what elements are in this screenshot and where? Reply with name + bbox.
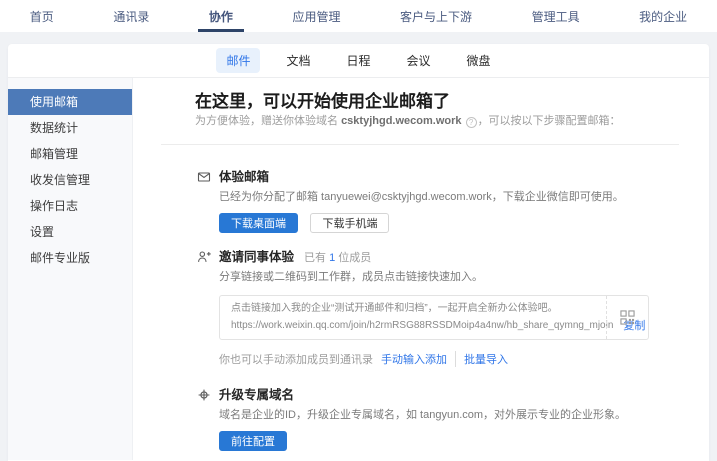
section-divider: [161, 144, 679, 145]
panel-body: 使用邮箱 数据统计 邮箱管理 收发信管理 操作日志 设置 邮件专业版 在这里，可…: [8, 78, 709, 460]
trial-mailbox-desc: 已经为你分配了邮箱 tanyuewei@csktyjhgd.wecom.work…: [219, 190, 624, 205]
share-invite-text: 点击链接加入我的企业“测试开通邮件和归档”，一起开启全新办公体验吧。: [231, 302, 606, 316]
trial-domain-text: csktyjhgd.wecom.work: [341, 115, 461, 127]
badge-prefix: 已有: [304, 252, 329, 264]
section-upgrade-domain: 升级专属域名 域名是企业的ID，升级企业专属域名，如 tangyun.com，对…: [197, 387, 679, 451]
share-link-box: 点击链接加入我的企业“测试开通邮件和归档”，一起开启全新办公体验吧。 https…: [219, 295, 649, 340]
qr-code-icon: [620, 310, 635, 325]
tab-bar: 邮件 文档 日程 会议 微盘: [8, 44, 709, 78]
page-title: 在这里，可以开始使用企业邮箱了: [195, 92, 679, 111]
tab-calendar[interactable]: 日程: [336, 48, 380, 73]
info-circle-icon[interactable]: [466, 117, 477, 128]
person-add-icon: [197, 250, 211, 264]
download-desktop-button[interactable]: 下载桌面端: [219, 213, 298, 233]
section-title-trial-mailbox: 体验邮箱: [219, 169, 269, 185]
sidebar-item-mailbox-admin[interactable]: 邮箱管理: [8, 141, 132, 167]
tab-mail[interactable]: 邮件: [216, 48, 260, 73]
section-trial-mailbox-body: 体验邮箱 已经为你分配了邮箱 tanyuewei@csktyjhgd.wecom…: [219, 169, 624, 233]
section-title-invite: 邀请同事体验: [219, 249, 294, 265]
tab-meeting[interactable]: 会议: [397, 48, 441, 73]
page-subtitle: 为方便体验，赠送你体验域名 csktyjhgd.wecom.work ，可以按以…: [195, 114, 679, 129]
envelope-icon: [197, 170, 211, 184]
section-invite: 邀请同事体验 已有 1 位成员 分享链接或二维码到工作群，成员点击链接快速加入。…: [197, 249, 679, 367]
sidebar-item-logs[interactable]: 操作日志: [8, 193, 132, 219]
manual-input-link[interactable]: 手动输入添加: [381, 351, 447, 367]
sidebar-item-mail-pro[interactable]: 邮件专业版: [8, 245, 132, 271]
nav-item-contacts[interactable]: 通讯录: [107, 0, 155, 32]
section-title-upgrade-domain: 升级专属域名: [219, 387, 294, 403]
subtitle-suffix: ，可以按以下步骤配置邮箱：: [478, 115, 621, 127]
section-trial-mailbox: 体验邮箱 已经为你分配了邮箱 tanyuewei@csktyjhgd.wecom…: [197, 169, 679, 233]
content-panel: 邮件 文档 日程 会议 微盘 使用邮箱 数据统计 邮箱管理 收发信管理 操作日志…: [8, 44, 709, 461]
sidebar-item-settings[interactable]: 设置: [8, 219, 132, 245]
manual-add-row: 你也可以手动添加成员到通讯录 手动输入添加 批量导入: [219, 351, 649, 367]
nav-item-apps[interactable]: 应用管理: [286, 0, 346, 32]
top-navigation: 首页 通讯录 协作 应用管理 客户与上下游 管理工具 我的企业: [0, 0, 717, 32]
sidebar-item-send-receive[interactable]: 收发信管理: [8, 167, 132, 193]
sidebar-item-use-mailbox[interactable]: 使用邮箱: [8, 89, 132, 115]
member-count-badge: 已有 1 位成员: [304, 249, 371, 265]
tab-docs[interactable]: 文档: [276, 48, 320, 73]
sidebar-item-statistics[interactable]: 数据统计: [8, 115, 132, 141]
download-mobile-button[interactable]: 下载手机端: [310, 213, 389, 233]
sidebar: 使用邮箱 数据统计 邮箱管理 收发信管理 操作日志 设置 邮件专业版: [8, 78, 133, 460]
section-invite-body: 邀请同事体验 已有 1 位成员 分享链接或二维码到工作群，成员点击链接快速加入。…: [219, 249, 649, 367]
nav-item-home[interactable]: 首页: [24, 0, 60, 32]
section-upgrade-domain-body: 升级专属域名 域名是企业的ID，升级企业专属域名，如 tangyun.com，对…: [219, 387, 626, 451]
nav-item-collaboration[interactable]: 协作: [203, 0, 239, 32]
subtitle-prefix: 为方便体验，赠送你体验域名: [195, 115, 341, 127]
badge-suffix: 位成员: [335, 252, 371, 264]
share-texts: 点击链接加入我的企业“测试开通邮件和归档”，一起开启全新办公体验吧。 https…: [220, 296, 606, 339]
qr-code-button[interactable]: [606, 296, 648, 339]
go-configure-button[interactable]: 前往配置: [219, 431, 287, 451]
manual-add-hint: 你也可以手动添加成员到通讯录: [219, 351, 373, 367]
tab-drive[interactable]: 微盘: [457, 48, 501, 73]
upgrade-domain-desc: 域名是企业的ID，升级企业专属域名，如 tangyun.com，对外展示专业的企…: [219, 408, 626, 423]
invite-desc: 分享链接或二维码到工作群，成员点击链接快速加入。: [219, 270, 649, 285]
globe-crosshair-icon: [197, 388, 211, 402]
main-content: 在这里，可以开始使用企业邮箱了 为方便体验，赠送你体验域名 csktyjhgd.…: [133, 78, 709, 460]
nav-item-my-company[interactable]: 我的企业: [633, 0, 693, 32]
batch-import-link[interactable]: 批量导入: [455, 351, 508, 367]
nav-item-customers[interactable]: 客户与上下游: [394, 0, 478, 32]
nav-item-admin-tools[interactable]: 管理工具: [526, 0, 586, 32]
share-url: https://work.weixin.qq.com/join/h2rmRSG8…: [231, 320, 613, 331]
